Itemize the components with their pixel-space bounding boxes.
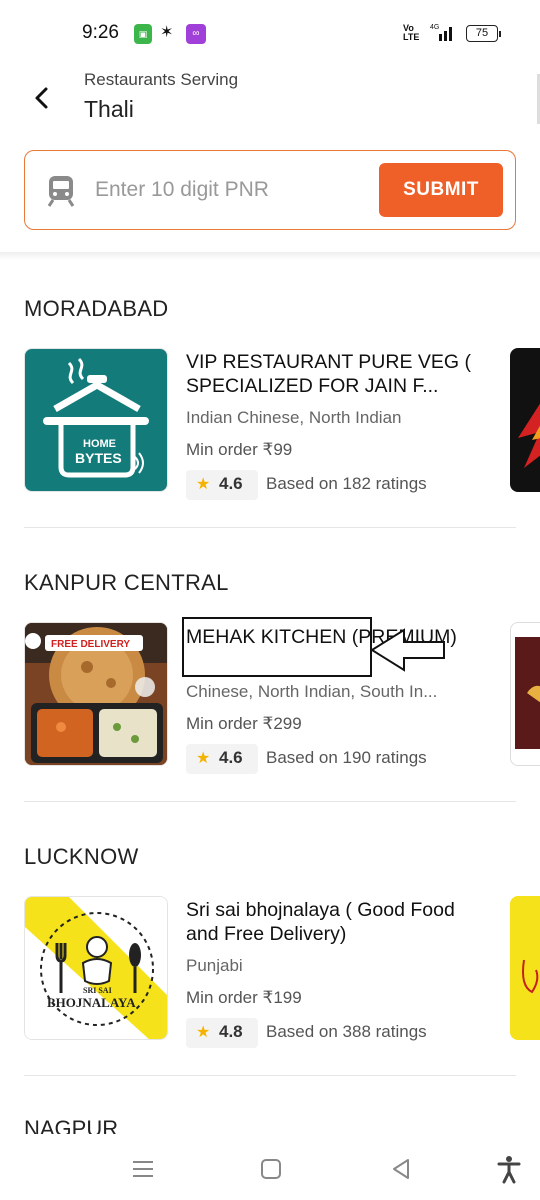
- restaurant-card[interactable]: SRI SAI BHOJNALAYA Sri sai bhojnalaya ( …: [24, 896, 540, 1048]
- min-order: Min order ₹299: [186, 714, 302, 733]
- notification-link-icon: ∞: [186, 24, 206, 44]
- next-restaurant-thumb[interactable]: [510, 622, 540, 766]
- ratings-count: Based on 388 ratings: [266, 1022, 427, 1041]
- notification-app-icon: ▣: [134, 24, 152, 44]
- train-icon: [47, 176, 75, 207]
- star-icon: ★: [196, 1024, 211, 1041]
- next-restaurant-thumb[interactable]: [510, 896, 540, 1040]
- header: Restaurants Serving Thali: [0, 62, 540, 148]
- ratings-count: Based on 190 ratings: [266, 748, 427, 767]
- home-icon[interactable]: [256, 1154, 286, 1184]
- rating-value: 4.8: [219, 1022, 243, 1041]
- battery-icon: 75: [466, 25, 501, 42]
- system-navigation-bar: [0, 1136, 540, 1200]
- status-time: 9:26: [82, 22, 119, 43]
- section-divider: [24, 527, 516, 528]
- ratings-count: Based on 182 ratings: [266, 474, 427, 493]
- logo-text-bhojnalaya: BHOJNALAYA: [47, 995, 136, 1010]
- city-heading: MORADABAD: [24, 296, 169, 321]
- restaurant-logo: HOME BYTES: [24, 348, 168, 492]
- back-arrow-icon[interactable]: [24, 80, 60, 116]
- city-heading: LUCKNOW: [24, 844, 139, 869]
- page-title: Thali: [84, 96, 134, 122]
- city-heading: KANPUR CENTRAL: [24, 570, 229, 595]
- section-divider: [24, 801, 516, 802]
- logo-text-sri-sai: SRI SAI: [83, 986, 112, 995]
- annotation-arrow-icon: [370, 628, 445, 672]
- header-shadow: [0, 252, 540, 260]
- min-order: Min order ₹99: [186, 440, 293, 459]
- restaurant-name: VIP RESTAURANT PURE VEG ( SPECIALIZED FO…: [186, 351, 471, 397]
- rating-chip: ★ 4.6: [186, 744, 258, 774]
- logo-text-home: HOME: [83, 438, 116, 450]
- pnr-form: SUBMIT: [24, 150, 516, 230]
- network-label: 4G: [430, 24, 439, 31]
- notification-bluetooth-icon: ✶: [160, 24, 174, 41]
- logo-text-bytes: BYTES: [75, 450, 122, 466]
- rating-value: 4.6: [219, 748, 243, 767]
- rating-chip: ★ 4.6: [186, 470, 258, 500]
- accessibility-icon[interactable]: [494, 1154, 524, 1184]
- section-divider: [24, 1075, 516, 1076]
- free-delivery-badge: FREE DELIVERY: [51, 639, 130, 650]
- star-icon: ★: [196, 750, 211, 767]
- restaurant-cuisine: Punjabi: [186, 956, 243, 975]
- restaurant-photo: FREE DELIVERY: [24, 622, 168, 766]
- city-heading-partial: NAGPUR: [24, 1116, 119, 1134]
- restaurant-logo: SRI SAI BHOJNALAYA: [24, 896, 168, 1040]
- volte-icon: Vo LTE: [403, 23, 420, 42]
- pnr-input[interactable]: [95, 169, 365, 211]
- recent-apps-icon[interactable]: [128, 1154, 158, 1184]
- rating-chip: ★ 4.8: [186, 1018, 258, 1048]
- status-bar: 9:26 ▣ ✶ ∞ Vo LTE 4G 75: [0, 0, 540, 62]
- restaurant-cuisine: Indian Chinese, North Indian: [186, 408, 402, 427]
- highlight-box: [182, 617, 372, 677]
- back-icon[interactable]: [386, 1154, 416, 1184]
- restaurant-card[interactable]: HOME BYTES VIP RESTAURANT PURE VEG ( SPE…: [24, 348, 540, 500]
- rating-value: 4.6: [219, 474, 243, 493]
- header-subtitle: Restaurants Serving: [84, 70, 239, 89]
- star-icon: ★: [196, 476, 211, 493]
- next-restaurant-thumb[interactable]: [510, 348, 540, 492]
- restaurant-name: Sri sai bhojnalaya ( Good Food and Free …: [186, 899, 455, 945]
- submit-button[interactable]: SUBMIT: [379, 163, 503, 217]
- restaurant-cuisine: Chinese, North Indian, South In...: [186, 682, 438, 701]
- signal-icon: 4G: [430, 24, 452, 41]
- min-order: Min order ₹199: [186, 988, 302, 1007]
